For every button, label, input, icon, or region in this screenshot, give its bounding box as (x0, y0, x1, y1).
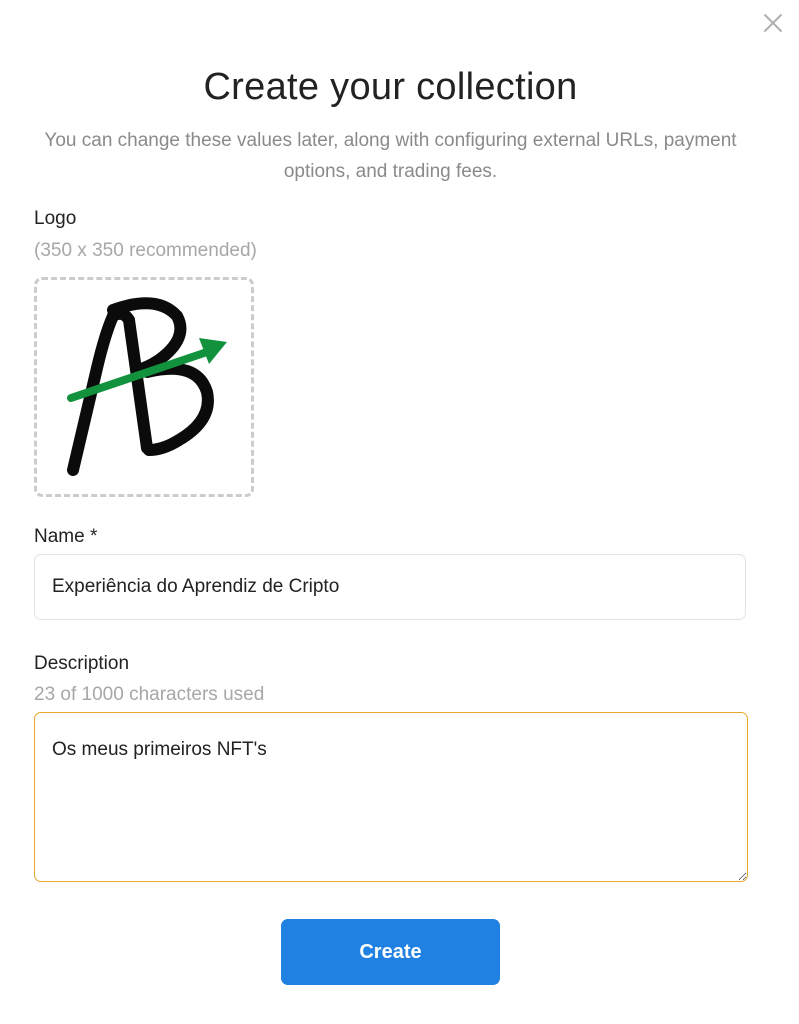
name-label: Name * (34, 526, 98, 547)
logo-hint: (350 x 350 recommended) (34, 240, 257, 261)
logo-upload[interactable] (34, 277, 254, 497)
description-input[interactable]: Os meus primeiros NFT's (34, 712, 748, 882)
description-char-count: 23 of 1000 characters used (34, 684, 265, 705)
modal-subtitle: You can change these values later, along… (44, 130, 737, 182)
logo-label: Logo (34, 208, 77, 229)
create-button[interactable]: Create (281, 919, 500, 985)
modal-title: Create your collection (203, 66, 578, 108)
description-label: Description (34, 653, 130, 674)
close-button[interactable] (760, 10, 786, 36)
close-icon (764, 14, 782, 32)
name-input[interactable] (34, 554, 746, 620)
logo-image (67, 297, 227, 476)
